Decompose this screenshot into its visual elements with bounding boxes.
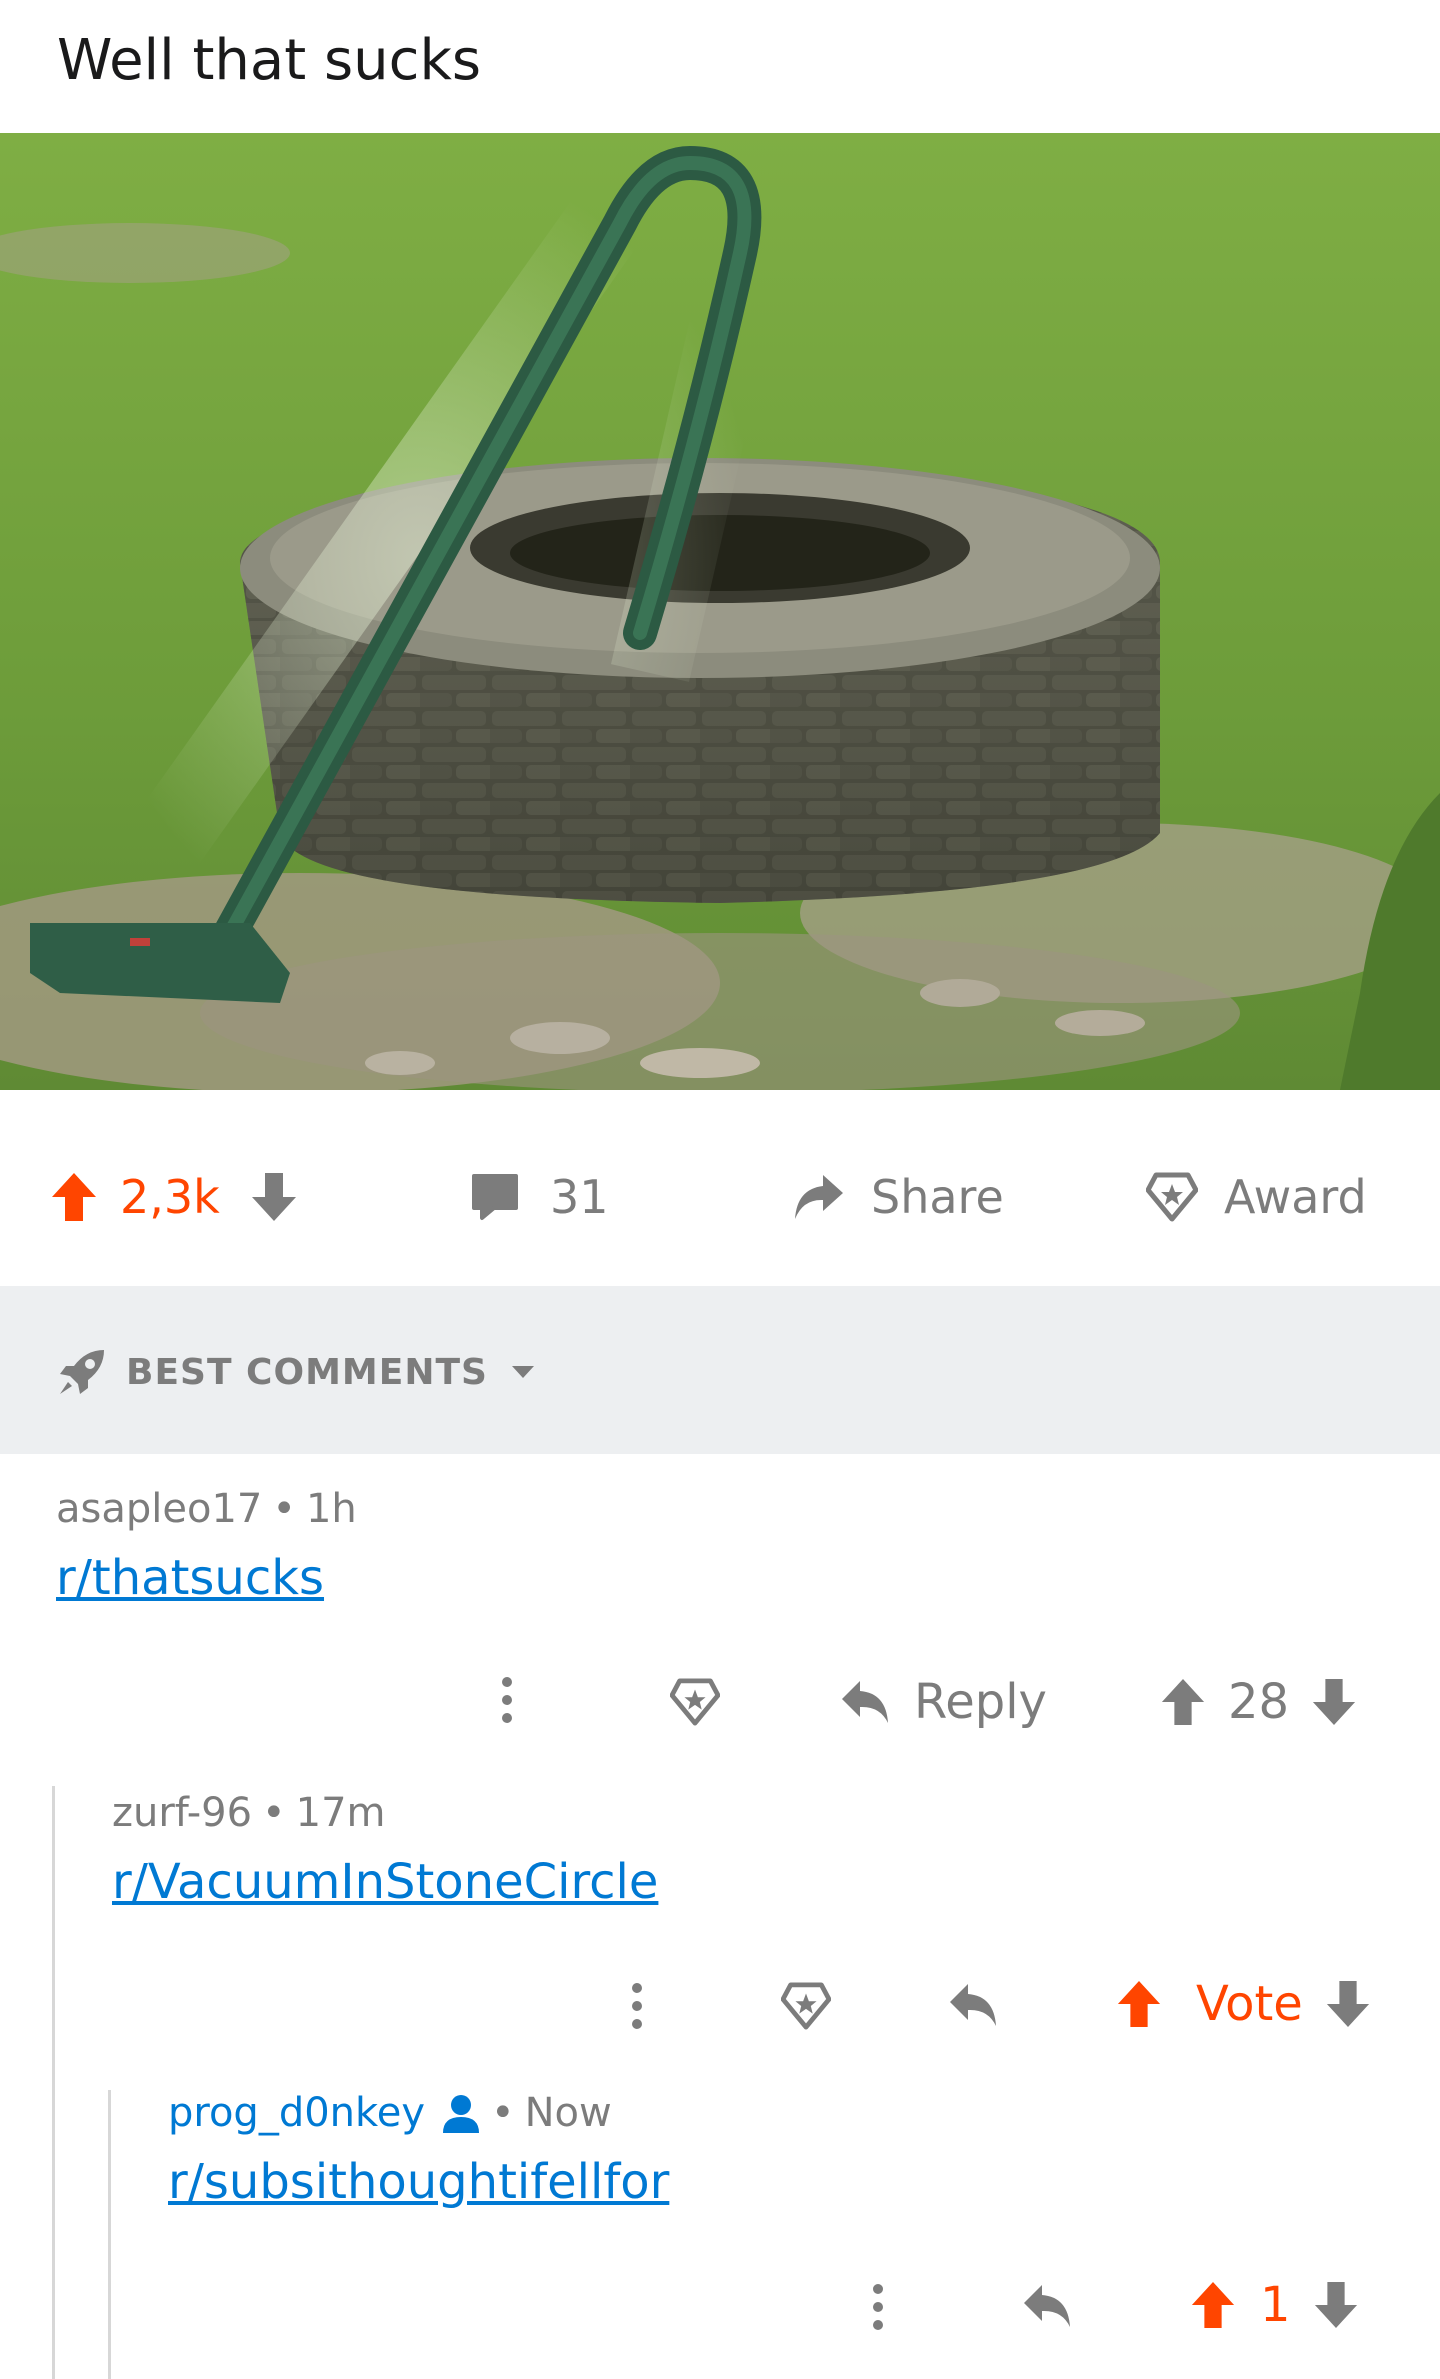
award-label: Award (1224, 1170, 1367, 1224)
reply-button[interactable]: Reply (840, 1674, 1047, 1730)
reply-arrow-icon (840, 1679, 890, 1725)
comment-bubble-icon (470, 1172, 520, 1222)
reply-arrow-icon (948, 1982, 998, 2028)
comment-award-button[interactable] (781, 1982, 831, 2030)
comment-body-link[interactable]: r/subsithoughtifellfor (168, 2154, 669, 2210)
chevron-down-icon (510, 1364, 536, 1380)
upvote-arrow-icon[interactable] (1190, 2280, 1236, 2330)
comment-body-link[interactable]: r/thatsucks (56, 1550, 324, 1606)
comment-vote-group: Vote (1116, 1976, 1371, 2032)
post-action-bar: 2,3k 31 Share Award (0, 1090, 1440, 1286)
comment-body-link[interactable]: r/VacuumInStoneCircle (112, 1854, 658, 1910)
sort-dropdown[interactable]: BEST COMMENTS (56, 1346, 536, 1398)
comment-score: 28 (1228, 1674, 1290, 1730)
comment-award-button[interactable] (670, 1678, 720, 1726)
thread-line[interactable] (108, 2090, 111, 2379)
comment-time: 1h (305, 1486, 357, 1532)
reply-button[interactable] (948, 1982, 998, 2028)
downvote-arrow-icon[interactable] (1311, 1677, 1357, 1727)
more-options-icon[interactable] (500, 1676, 514, 1724)
vote-group: 2,3k (50, 1170, 298, 1224)
reply-button[interactable] (1022, 2283, 1072, 2329)
downvote-arrow-icon[interactable] (1325, 1979, 1371, 2029)
award-icon (1146, 1172, 1198, 1222)
downvote-arrow-icon[interactable] (250, 1171, 298, 1223)
post-title: Well that sucks (57, 28, 482, 93)
reply-arrow-icon (1022, 2283, 1072, 2329)
comment-actions (500, 1676, 514, 1724)
comment-author[interactable]: asapleo17 (56, 1486, 262, 1532)
sort-label: BEST COMMENTS (126, 1351, 488, 1393)
downvote-arrow-icon[interactable] (1313, 2280, 1359, 2330)
upvote-arrow-icon[interactable] (1116, 1979, 1162, 2029)
comment-author[interactable]: zurf-96 (112, 1790, 252, 1836)
more-options-icon[interactable] (630, 1982, 644, 2030)
upvote-arrow-icon[interactable] (50, 1171, 98, 1223)
meta-separator: • (491, 2090, 515, 2136)
share-arrow-icon (793, 1173, 845, 1221)
post-score: 2,3k (120, 1170, 220, 1224)
share-button[interactable]: Share (793, 1170, 1004, 1224)
share-label: Share (871, 1170, 1004, 1224)
upvote-arrow-icon[interactable] (1160, 1677, 1206, 1727)
comment-actions (630, 1982, 644, 2030)
comment-actions (871, 2283, 885, 2331)
reply-label: Reply (914, 1674, 1047, 1730)
comment-meta: asapleo17 • 1h (56, 1486, 357, 1532)
award-button[interactable]: Award (1146, 1170, 1367, 1224)
more-options-icon[interactable] (871, 2283, 885, 2331)
rocket-icon (56, 1346, 108, 1398)
award-icon (781, 1982, 831, 2030)
comment-author[interactable]: prog_d0nkey (168, 2090, 425, 2136)
comment-vote-group: 28 (1160, 1674, 1357, 1730)
comment-time: 17m (295, 1790, 386, 1836)
thread-line[interactable] (52, 1786, 55, 2379)
award-icon (670, 1678, 720, 1726)
meta-separator: • (262, 1790, 286, 1836)
comment-time: Now (524, 2090, 612, 2136)
comment-meta: prog_d0nkey • Now (168, 2090, 612, 2136)
comment-meta: zurf-96 • 17m (112, 1790, 386, 1836)
sort-bar: BEST COMMENTS (0, 1286, 1440, 1454)
comment-vote-group: 1 (1190, 2277, 1359, 2333)
comment-score: 1 (1260, 2277, 1291, 2333)
vote-label: Vote (1196, 1976, 1303, 2032)
post-image[interactable] (0, 133, 1440, 1090)
comments-count: 31 (550, 1170, 609, 1224)
comments-button[interactable]: 31 (470, 1170, 609, 1224)
meta-separator: • (272, 1486, 296, 1532)
user-icon (441, 2093, 481, 2133)
